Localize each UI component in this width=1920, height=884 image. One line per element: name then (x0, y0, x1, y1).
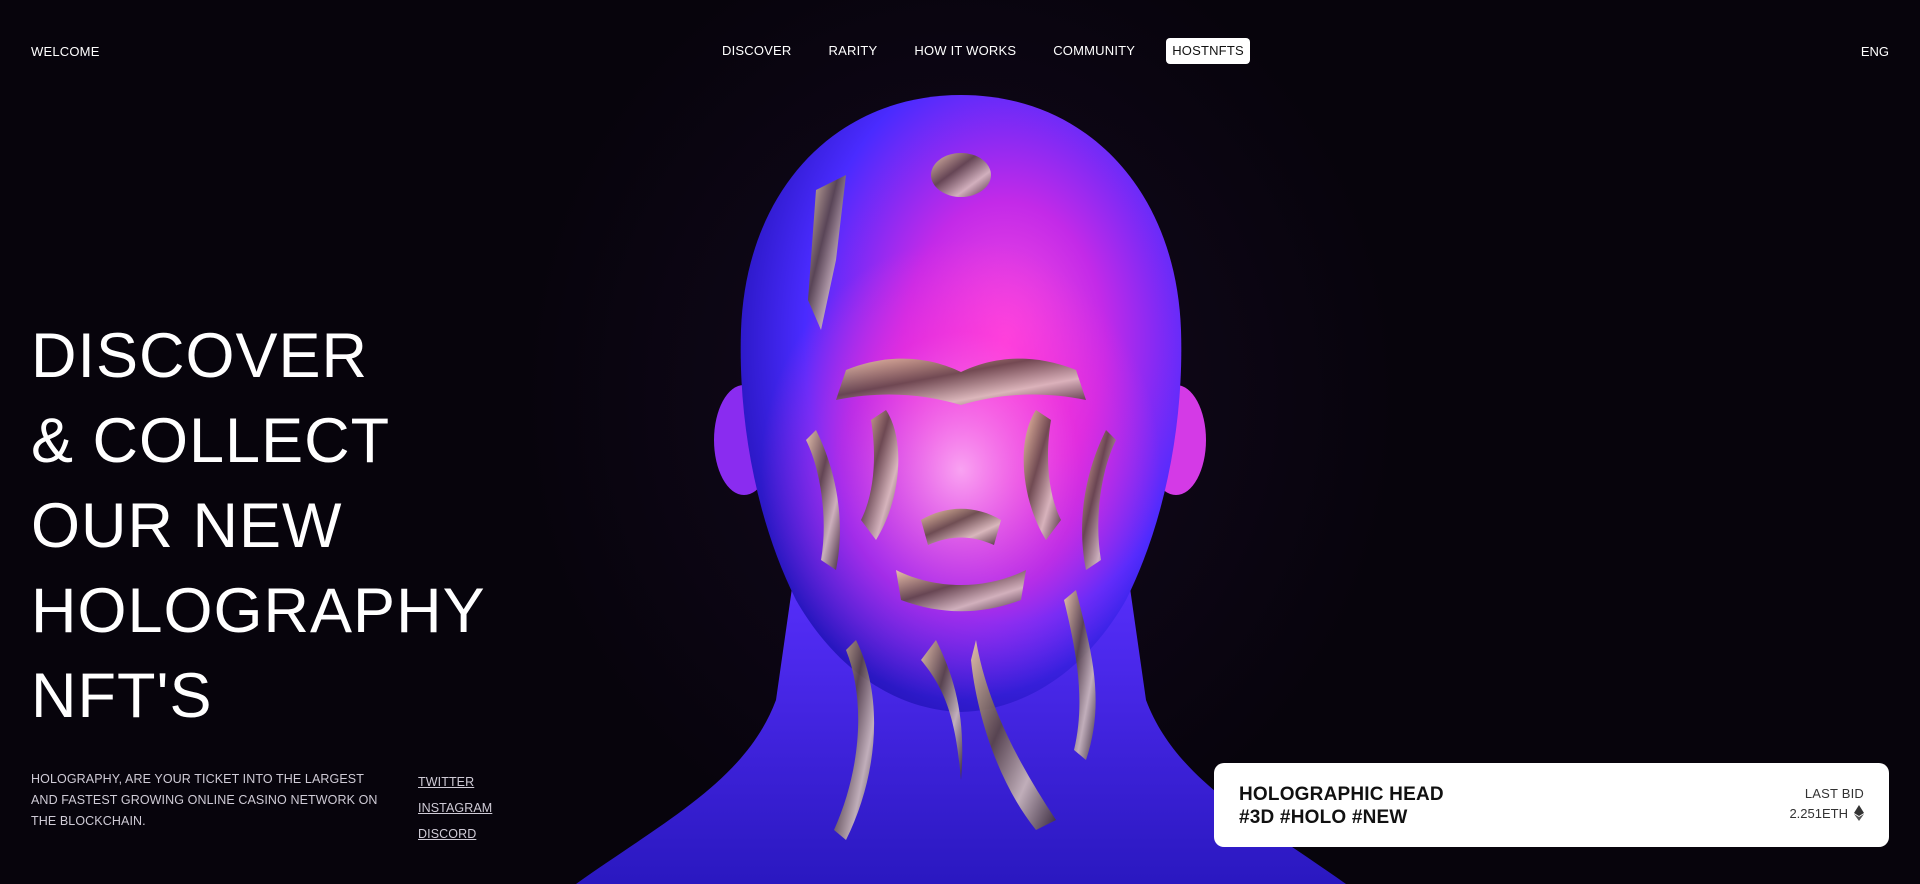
twitter-link[interactable]: TWITTER (418, 769, 492, 795)
hostnfts-button[interactable]: HOSTNFTS (1166, 38, 1250, 64)
headline-line: & COLLECT (31, 406, 391, 476)
welcome-logo-link[interactable]: WELCOME (31, 44, 100, 59)
main-nav: DISCOVER RARITY HOW IT WORKS COMMUNITY H… (716, 38, 1250, 64)
last-bid-value: 2.251ETH (1789, 805, 1864, 821)
hero-headline: DISCOVER & COLLECT OUR NEW HOLOGRAPHY NF… (31, 314, 511, 739)
headline-line: DISCOVER (31, 321, 369, 391)
social-links: TWITTER INSTAGRAM DISCORD (418, 769, 492, 847)
nav-item-community[interactable]: COMMUNITY (1047, 38, 1141, 64)
nav-item-how-it-works[interactable]: HOW IT WORKS (908, 38, 1022, 64)
hero-artwork (516, 0, 1406, 884)
nft-title-tags: #3D #HOLO #NEW (1239, 807, 1408, 828)
nft-title-name: HOLOGRAPHIC HEAD (1239, 784, 1444, 805)
top-navigation-bar: WELCOME DISCOVER RARITY HOW IT WORKS COM… (0, 0, 1920, 100)
holographic-head-image (576, 95, 1346, 884)
headline-line: NFT'S (31, 661, 213, 731)
nav-item-discover[interactable]: DISCOVER (716, 38, 798, 64)
bid-amount: 2.251ETH (1789, 805, 1848, 821)
last-bid-label: LAST BID (1804, 786, 1864, 801)
headline-line: OUR NEW (31, 491, 343, 561)
discord-link[interactable]: DISCORD (418, 821, 492, 847)
language-selector[interactable]: ENG (1861, 44, 1889, 59)
page: WELCOME DISCOVER RARITY HOW IT WORKS COM… (0, 0, 1920, 884)
hero-tagline: HOLOGRAPHY, ARE YOUR TICKET INTO THE LAR… (31, 772, 378, 828)
headline-line: HOLOGRAPHY (31, 576, 486, 646)
nft-title: HOLOGRAPHIC HEAD #3D #HOLO #NEW (1239, 783, 1444, 829)
nft-info-card[interactable]: HOLOGRAPHIC HEAD #3D #HOLO #NEW LAST BID… (1214, 763, 1889, 847)
nav-item-rarity[interactable]: RARITY (823, 38, 884, 64)
instagram-link[interactable]: INSTAGRAM (418, 795, 492, 821)
ethereum-icon (1854, 805, 1864, 821)
